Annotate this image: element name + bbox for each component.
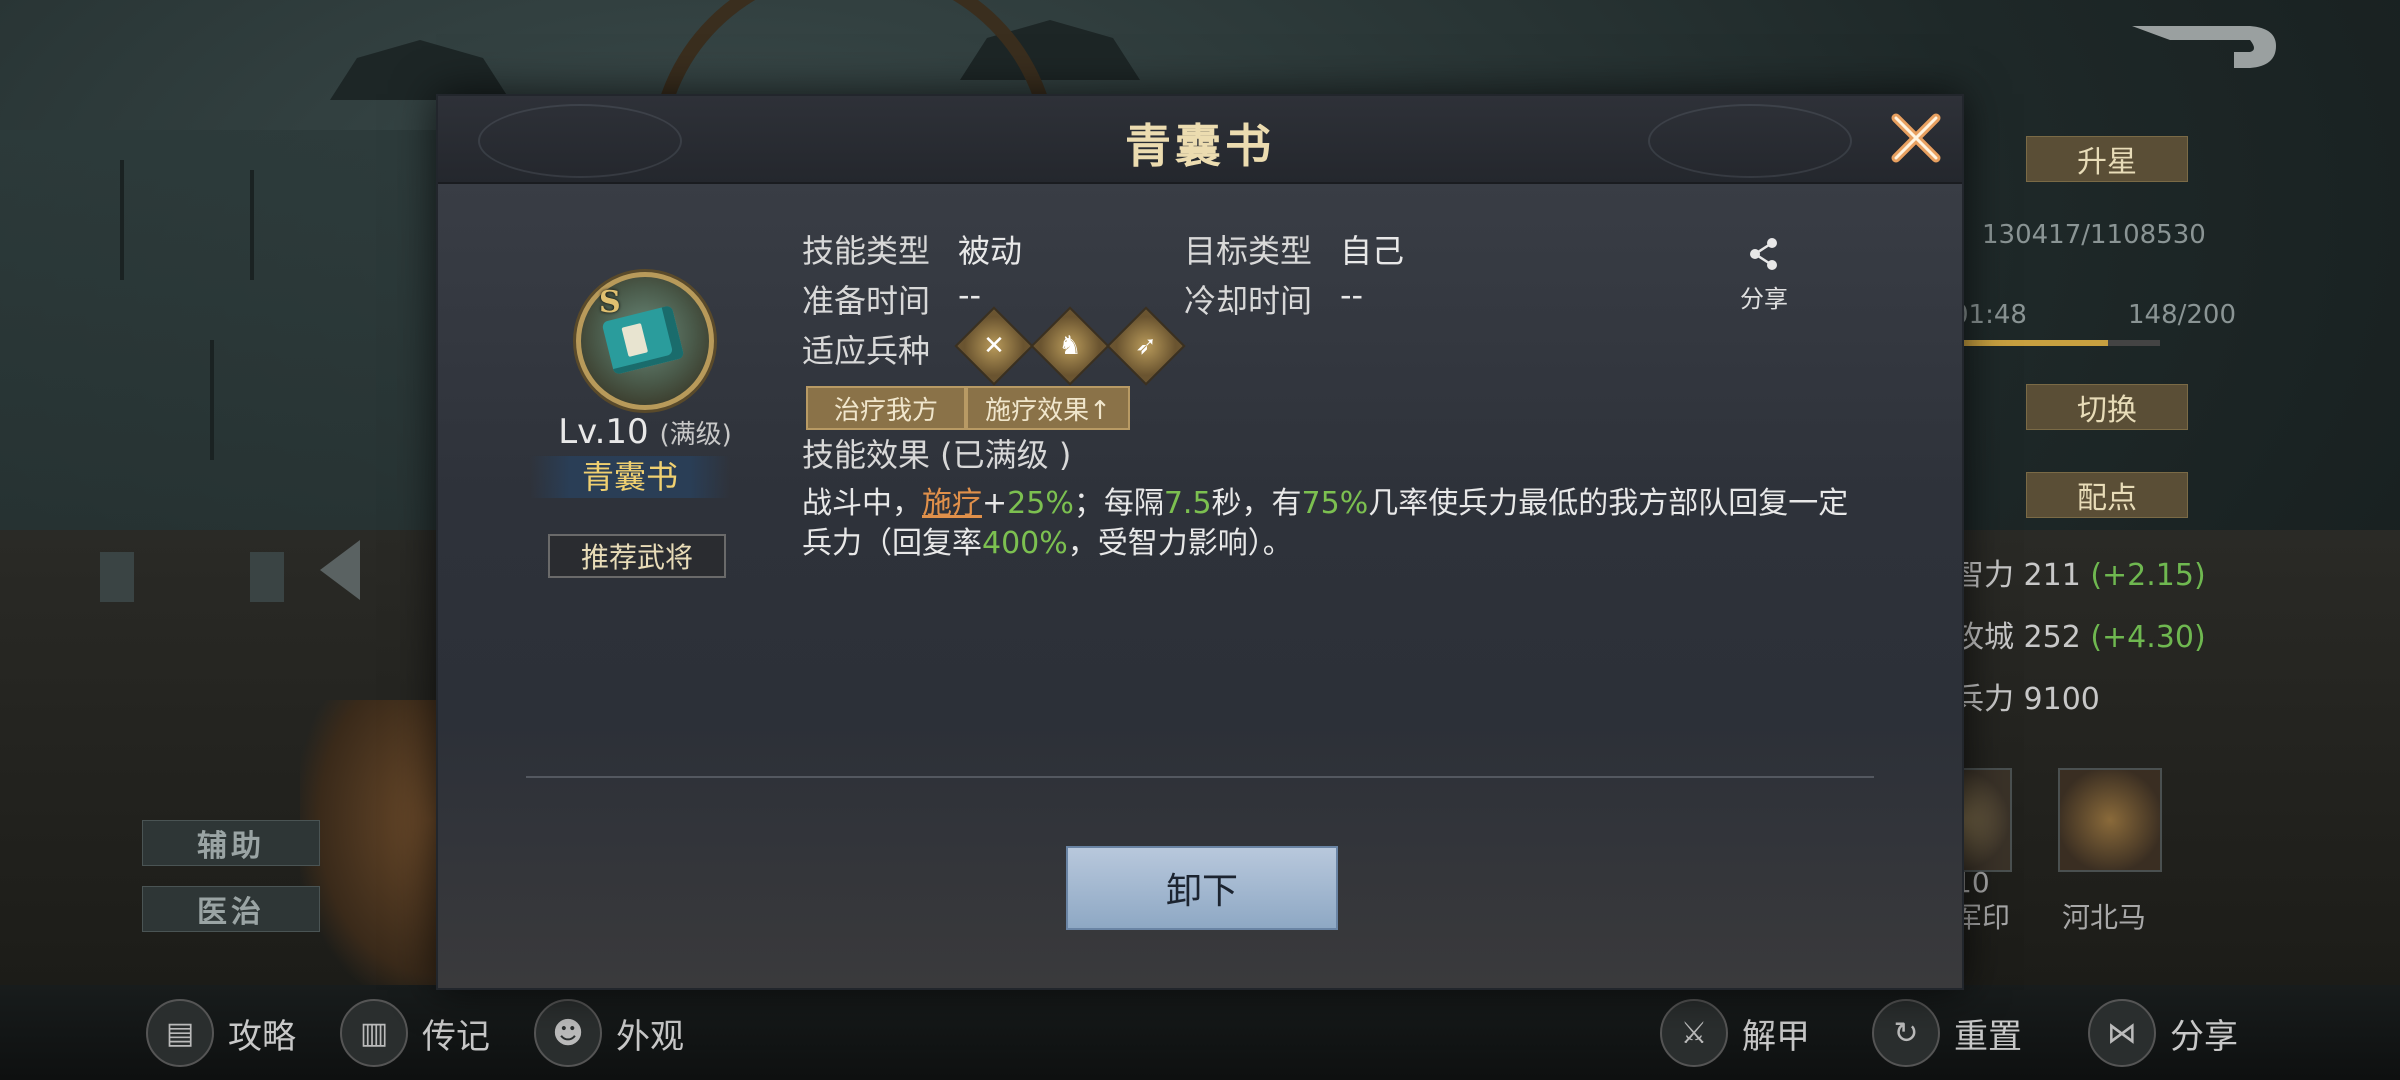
- effect-value: 400%: [982, 526, 1068, 561]
- troop-type-label: 适应兵种: [802, 332, 931, 370]
- recommend-general-button[interactable]: 推荐武将: [548, 534, 726, 578]
- stat-label: 兵力 9100: [1954, 682, 2100, 717]
- prep-time-value: --: [958, 276, 982, 314]
- skill-type-value: 被动: [958, 232, 1023, 270]
- share-bottom-button[interactable]: ⋈ 分享: [2088, 998, 2238, 1068]
- exp-bar-fill: [1960, 340, 2108, 346]
- stat-label: 攻城 252: [1954, 620, 2081, 655]
- back-button[interactable]: [2130, 22, 2280, 72]
- disarm-button[interactable]: ⚔ 解甲: [1660, 998, 1810, 1068]
- close-button[interactable]: [1888, 110, 1944, 166]
- tag-heal-boost: 施疗效果↑: [966, 386, 1130, 430]
- book-icon: ▥: [340, 999, 408, 1067]
- pagoda-roof: [330, 40, 510, 100]
- disarm-label: 解甲: [1742, 1016, 1810, 1057]
- skill-type-label: 技能类型: [802, 232, 931, 270]
- horse-icon: ♞: [1030, 306, 1110, 386]
- appearance-label: 外观: [616, 1016, 684, 1057]
- effect-description: 战斗中，施疗+25%；每隔7.5秒，有75%几率使兵力最低的我方部队回复一定兵力…: [802, 486, 1849, 561]
- biography-label: 传记: [422, 1016, 490, 1057]
- armor-icon: ⚔: [1660, 999, 1728, 1067]
- left-slot: [250, 552, 284, 602]
- divider: [526, 776, 1874, 778]
- guide-label: 攻略: [228, 1016, 296, 1057]
- scroll-icon: ▤: [146, 999, 214, 1067]
- share-button[interactable]: 分享: [1714, 236, 1814, 314]
- stat-label: 智力 211: [1954, 558, 2081, 593]
- target-type-value: 自己: [1340, 232, 1405, 270]
- skill-level: Lv.10 (满级): [510, 412, 780, 452]
- tab-assist[interactable]: 辅助: [142, 820, 320, 866]
- prep-time-label: 准备时间: [802, 282, 931, 320]
- spear-icon: ✕: [954, 306, 1034, 386]
- rank-badge: S: [599, 285, 621, 320]
- appearance-button[interactable]: ☻ 外观: [534, 998, 684, 1068]
- star-up-button[interactable]: 升星: [2026, 136, 2188, 182]
- stamina-counter: 148/200: [2128, 300, 2237, 330]
- stat-intelligence: 智力 211 (+2.15): [1954, 550, 2206, 594]
- stat-troops: 兵力 9100: [1954, 674, 2100, 718]
- exp-bar: [1960, 340, 2160, 346]
- effect-value: 25%: [1007, 486, 1074, 521]
- banner-pole: [210, 340, 214, 460]
- heal-keyword-link[interactable]: 施疗: [922, 486, 982, 521]
- modal-header: 青囊书: [438, 96, 1962, 184]
- stat-bonus: (+2.15): [2090, 558, 2206, 593]
- tab-heal[interactable]: 医治: [142, 886, 320, 932]
- stat-bonus: (+4.30): [2090, 620, 2206, 655]
- guide-button[interactable]: ▤ 攻略: [146, 998, 296, 1068]
- prev-arrow-icon[interactable]: [320, 540, 360, 600]
- target-type-label: 目标类型: [1184, 232, 1313, 270]
- skill-name-plate: 青囊书: [530, 456, 730, 498]
- share-icon: ⋈: [2088, 999, 2156, 1067]
- skill-detail-modal: 青囊书 S Lv.10 (满级) 青囊书 推荐武将 技能类型 被动 目标类型 自…: [436, 94, 1964, 990]
- share-label: 分享: [1740, 285, 1788, 313]
- banner-pole: [120, 160, 124, 280]
- unequip-button[interactable]: 卸下: [1066, 846, 1338, 930]
- horse-item-label: 河北马: [2062, 901, 2147, 934]
- biography-button[interactable]: ▥ 传记: [340, 998, 490, 1068]
- close-icon: [1891, 113, 1941, 163]
- bow-icon: ➶: [1106, 306, 1186, 386]
- cooldown-value: --: [1340, 276, 1364, 314]
- horse-item-card[interactable]: [2058, 768, 2162, 872]
- effect-value: 7.5: [1163, 486, 1212, 521]
- mask-icon: ☻: [534, 999, 602, 1067]
- share-bottom-label: 分享: [2170, 1016, 2238, 1057]
- switch-button[interactable]: 切换: [2026, 384, 2188, 430]
- return-arrow-icon: [2132, 26, 2276, 68]
- effect-title: 技能效果 (已满级 ): [802, 436, 1072, 474]
- stat-siege: 攻城 252 (+4.30): [1954, 612, 2206, 656]
- skill-icon-frame: S: [568, 264, 718, 414]
- level-max-note: (满级): [659, 420, 732, 450]
- skill-book-icon: S: [576, 272, 714, 410]
- level-value: Lv.10: [558, 412, 649, 452]
- exp-counter: 130417/1108530: [1982, 220, 2206, 250]
- left-slot: [100, 552, 134, 602]
- tag-heal-ally: 治疗我方: [806, 386, 966, 430]
- banner-pole: [250, 170, 254, 280]
- reset-label: 重置: [1954, 1016, 2022, 1057]
- reset-icon: ↻: [1872, 999, 1940, 1067]
- reset-button[interactable]: ↻ 重置: [1872, 998, 2022, 1068]
- share-icon: [1714, 236, 1814, 279]
- cooldown-label: 冷却时间: [1184, 282, 1313, 320]
- modal-title: 青囊书: [1125, 119, 1275, 173]
- effect-value: 75%: [1301, 486, 1369, 521]
- assign-points-button[interactable]: 配点: [2026, 472, 2188, 518]
